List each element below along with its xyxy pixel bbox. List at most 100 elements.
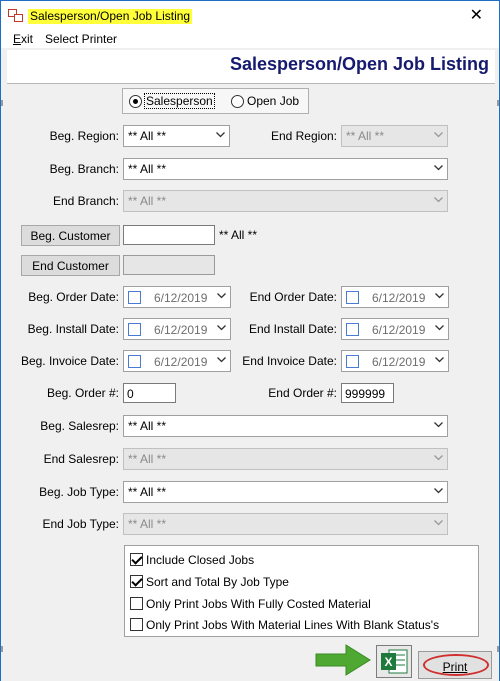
end-order-date-label: End Order Date: [249,290,337,304]
fully-costed-checkbox[interactable] [130,597,143,610]
blank-status-checkbox[interactable] [130,618,143,631]
beg-region-value: ** All ** [128,129,167,143]
end-invoice-date-value: 6/12/2019 [372,355,426,369]
green-arrow-icon [315,644,371,676]
end-branch-select[interactable]: ** All ** [123,190,448,212]
sort-by-job-type-checkbox[interactable] [130,575,143,588]
end-install-date-checkbox[interactable] [346,323,359,336]
chevron-down-icon [435,293,444,299]
beg-order-no-input[interactable]: 0 [123,383,176,403]
chevron-down-icon [435,357,444,363]
beg-customer-input[interactable] [123,225,215,245]
chevron-down-icon [434,165,443,171]
include-closed-jobs-label[interactable]: Include Closed Jobs [146,553,254,567]
beg-order-date-label: Beg. Order Date: [28,290,119,304]
end-salesrep-value: ** All ** [128,452,167,466]
end-job-type-label: End Job Type: [42,517,120,531]
menu-bar: Exit Select Printer [0,30,500,48]
end-invoice-date-checkbox[interactable] [346,355,359,368]
chevron-down-icon [435,325,444,331]
end-region-label: End Region: [270,129,337,143]
end-install-date-label: End Install Date: [248,322,337,336]
beg-salesrep-value: ** All ** [128,419,167,433]
end-region-value: ** All ** [346,129,385,143]
beg-branch-select[interactable]: ** All ** [123,158,448,180]
end-job-type-value: ** All ** [128,517,167,531]
beg-order-date-checkbox[interactable] [128,291,141,304]
open-job-radio[interactable] [231,95,244,108]
beg-install-date-picker[interactable]: 6/12/2019 [123,318,231,340]
report-type-group: Salesperson Open Job [122,88,309,114]
form-client-area: Salesperson/Open Job Listing Salesperson… [0,48,500,681]
end-branch-label: End Branch: [52,194,119,208]
end-order-date-value: 6/12/2019 [372,291,426,305]
svg-text:X: X [384,655,392,669]
beg-install-date-value: 6/12/2019 [154,323,208,337]
salesperson-radio[interactable] [129,95,142,108]
blank-status-label[interactable]: Only Print Jobs With Material Lines With… [146,618,439,632]
right-edge-mark [497,100,499,106]
fully-costed-label[interactable]: Only Print Jobs With Fully Costed Materi… [146,597,371,611]
excel-icon: X [381,649,408,674]
beg-invoice-date-checkbox[interactable] [128,355,141,368]
end-job-type-select[interactable]: ** All ** [123,513,448,535]
beg-order-date-value: 6/12/2019 [154,291,208,305]
end-order-date-picker[interactable]: 6/12/2019 [341,286,449,308]
end-region-select[interactable]: ** All ** [341,125,448,147]
end-salesrep-label: End Salesrep: [43,452,119,466]
sort-by-job-type-label[interactable]: Sort and Total By Job Type [146,575,289,589]
end-customer-button[interactable]: End Customer [21,255,120,276]
end-invoice-date-picker[interactable]: 6/12/2019 [341,350,449,372]
salesperson-radio-label[interactable]: Salesperson [144,93,215,109]
beg-install-date-label: Beg. Install Date: [27,322,119,336]
end-invoice-date-label: End Invoice Date: [242,354,337,368]
beg-job-type-label: Beg. Job Type: [39,485,119,499]
print-button[interactable]: Print [418,651,492,679]
end-install-date-picker[interactable]: 6/12/2019 [341,318,449,340]
end-salesrep-select[interactable]: ** All ** [123,448,448,470]
report-options-box: Include Closed Jobs Sort and Total By Jo… [124,545,479,637]
beg-salesrep-select[interactable]: ** All ** [123,415,448,437]
right-edge-mark [497,646,499,652]
beg-region-select[interactable]: ** All ** [123,125,230,147]
app-icon [8,9,24,23]
left-edge-mark [1,646,3,652]
include-closed-jobs-checkbox[interactable] [130,553,143,566]
chevron-down-icon [434,132,443,138]
end-order-no-label: End Order #: [268,386,337,400]
beg-order-date-picker[interactable]: 6/12/2019 [123,286,231,308]
beg-branch-label: Beg. Branch: [49,162,119,176]
beg-customer-hint: ** All ** [219,228,258,242]
beg-job-type-select[interactable]: ** All ** [123,481,448,503]
beg-invoice-date-label: Beg. Invoice Date: [20,354,119,368]
close-icon[interactable]: ✕ [470,5,483,25]
beg-invoice-date-value: 6/12/2019 [154,355,208,369]
chevron-down-icon [434,455,443,461]
beg-region-label: Beg. Region: [49,129,119,143]
chevron-down-icon [434,197,443,203]
open-job-radio-label[interactable]: Open Job [247,94,299,108]
chevron-down-icon [434,488,443,494]
end-branch-value: ** All ** [128,194,167,208]
left-edge-mark [1,100,3,106]
header-panel: Salesperson/Open Job Listing [7,50,495,84]
excel-export-button[interactable]: X [376,645,412,678]
beg-install-date-checkbox[interactable] [128,323,141,336]
chevron-down-icon [217,293,226,299]
chevron-down-icon [216,132,225,138]
end-order-date-checkbox[interactable] [346,291,359,304]
beg-branch-value: ** All ** [128,162,167,176]
end-customer-input[interactable] [123,255,215,275]
chevron-down-icon [434,422,443,428]
print-highlight-ring [423,654,489,676]
beg-salesrep-label: Beg. Salesrep: [40,419,119,433]
beg-customer-button[interactable]: Beg. Customer [21,225,120,246]
menu-exit[interactable]: Exit [13,32,33,46]
beg-order-no-label: Beg. Order #: [46,386,119,400]
beg-invoice-date-picker[interactable]: 6/12/2019 [123,350,231,372]
end-order-no-input[interactable]: 999999 [341,383,394,403]
title-bar: Salesperson/Open Job Listing ✕ [0,0,500,30]
page-title: Salesperson/Open Job Listing [229,54,489,74]
menu-select-printer[interactable]: Select Printer [45,32,117,46]
beg-job-type-value: ** All ** [128,485,167,499]
